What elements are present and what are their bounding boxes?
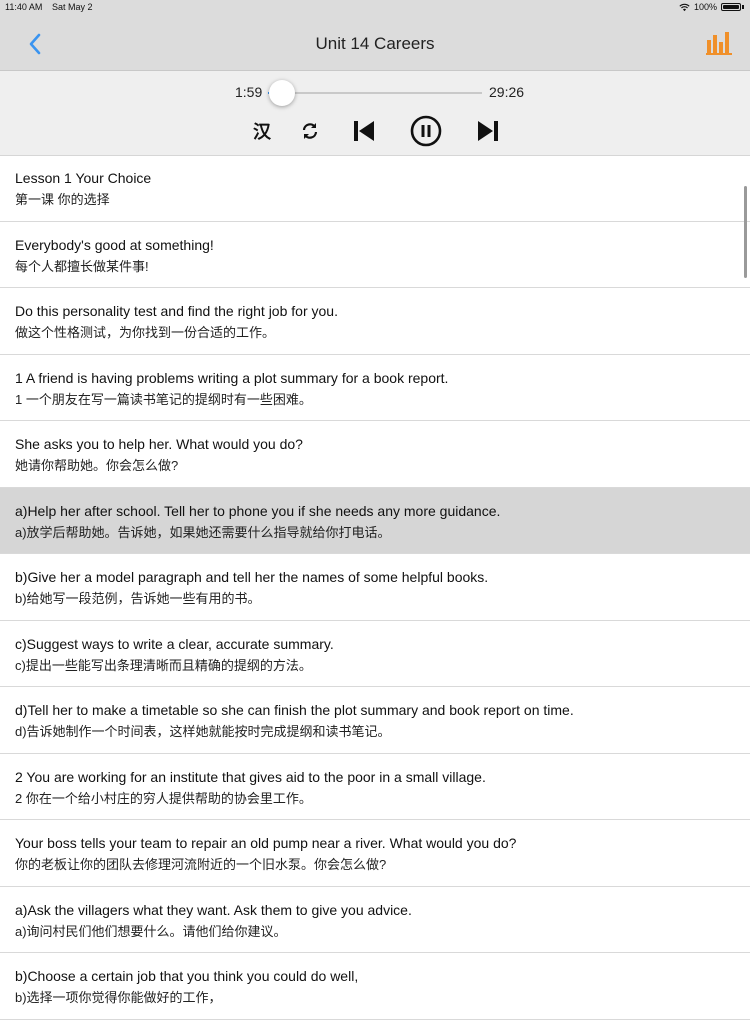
- skip-back-icon: [354, 121, 374, 141]
- audio-levels-button[interactable]: [706, 32, 732, 56]
- skip-forward-icon: [478, 121, 498, 141]
- status-right: 100%: [679, 2, 744, 12]
- progress-thumb[interactable]: [269, 80, 295, 106]
- list-item[interactable]: Lesson 1 Your Choice 第一课 你的选择: [0, 155, 750, 222]
- sentence-english: b)Give her a model paragraph and tell he…: [15, 569, 489, 585]
- navigation-bar: Unit 14 Careers: [0, 16, 750, 71]
- sentence-chinese: b)选择一项你觉得你能做好的工作，: [15, 990, 222, 1005]
- translation-toggle-button[interactable]: 汉: [250, 117, 274, 145]
- previous-button[interactable]: [352, 117, 376, 145]
- total-time: 29:26: [489, 84, 525, 100]
- list-item[interactable]: Your boss tells your team to repair an o…: [0, 820, 750, 887]
- sentence-english: Lesson 1 Your Choice: [15, 170, 152, 186]
- sentence-chinese: 第一课 你的选择: [15, 192, 110, 207]
- sentence-chinese: 1 一个朋友在写一篇读书笔记的提纲时有一些困难。: [15, 391, 312, 407]
- scroll-indicator[interactable]: [744, 186, 747, 278]
- wifi-icon: [679, 3, 690, 11]
- sentence-english: She asks you to help her. What would you…: [15, 436, 303, 452]
- audio-player: 1:59 29:26 汉: [0, 71, 750, 156]
- list-item[interactable]: Everybody's good at something! 每个人都擅长做某件…: [0, 222, 750, 288]
- sentence-english: Do this personality test and find the ri…: [15, 303, 338, 319]
- list-item[interactable]: Do this personality test and find the ri…: [0, 288, 750, 355]
- pause-button[interactable]: [410, 115, 442, 147]
- sentence-chinese: 做这个性格测试，为你找到一份合适的工作。: [15, 325, 276, 340]
- sentence-chinese: b)给她写一段范例，告诉她一些有用的书。: [15, 591, 261, 606]
- sentence-chinese: c)提出一些能写出条理清晰而且精确的提纲的方法。: [15, 657, 312, 673]
- elapsed-time: 1:59: [235, 84, 263, 100]
- repeat-button[interactable]: [298, 117, 322, 145]
- sentence-chinese: a)放学后帮助她。告诉她，如果她还需要什么指导就给你打电话。: [15, 524, 391, 540]
- list-item[interactable]: b)Give her a model paragraph and tell he…: [0, 554, 750, 621]
- page-title: Unit 14 Careers: [315, 34, 435, 53]
- sentence-english: 1 A friend is having problems writing a …: [15, 369, 449, 386]
- sentence-chinese: 2 你在一个给小村庄的穷人提供帮助的协会里工作。: [15, 790, 312, 806]
- sentence-english: d)Tell her to make a timetable so she ca…: [15, 702, 574, 718]
- list-item[interactable]: 1 A friend is having problems writing a …: [0, 355, 750, 421]
- status-time: 11:40 AM: [5, 2, 43, 12]
- sentence-english: Your boss tells your team to repair an o…: [15, 835, 517, 851]
- sentence-chinese: 你的老板让你的团队去修理河流附近的一个旧水泵。你会怎么做?: [15, 857, 387, 872]
- status-date: Sat May 2: [52, 2, 93, 12]
- list-item[interactable]: d)Tell her to make a timetable so she ca…: [0, 687, 750, 754]
- list-item-selected[interactable]: a)Help her after school. Tell her to pho…: [0, 487, 750, 554]
- sentence-list: Lesson 1 Your Choice 第一课 你的选择 Everybody'…: [0, 155, 750, 1020]
- sentence-chinese: d)告诉她制作一个时间表，这样她就能按时完成提纲和读书笔记。: [15, 724, 391, 739]
- battery-percent: 100%: [693, 2, 717, 12]
- status-bar: 11:40 AM Sat May 2 100%: [0, 0, 750, 16]
- repeat-icon: [302, 123, 318, 139]
- bar-chart-icon: [706, 32, 732, 55]
- sentence-english: a)Help her after school. Tell her to pho…: [15, 502, 501, 519]
- list-item[interactable]: 2 You are working for an institute that …: [0, 754, 750, 820]
- list-item[interactable]: a)Ask the villagers what they want. Ask …: [0, 887, 750, 953]
- sentence-english: c)Suggest ways to write a clear, accurat…: [15, 635, 334, 652]
- list-item[interactable]: b)Choose a certain job that you think yo…: [0, 953, 750, 1020]
- list-item[interactable]: c)Suggest ways to write a clear, accurat…: [0, 621, 750, 687]
- battery-icon: [721, 3, 741, 11]
- next-button[interactable]: [476, 117, 500, 145]
- sentence-chinese: 每个人都擅长做某件事!: [15, 258, 149, 274]
- progress-slider[interactable]: [268, 80, 482, 106]
- sentence-english: 2 You are working for an institute that …: [15, 768, 486, 785]
- sentence-english: a)Ask the villagers what they want. Ask …: [15, 901, 412, 918]
- sentence-chinese: a)询问村民们他们想要什么。请他们给你建议。: [15, 923, 287, 939]
- sentence-english: Everybody's good at something!: [15, 236, 214, 253]
- sentence-english: b)Choose a certain job that you think yo…: [15, 968, 359, 984]
- battery-cap: [742, 5, 744, 9]
- list-item[interactable]: She asks you to help her. What would you…: [0, 421, 750, 488]
- pause-icon: [410, 115, 442, 147]
- sentence-chinese: 她请你帮助她。你会怎么做?: [15, 458, 179, 473]
